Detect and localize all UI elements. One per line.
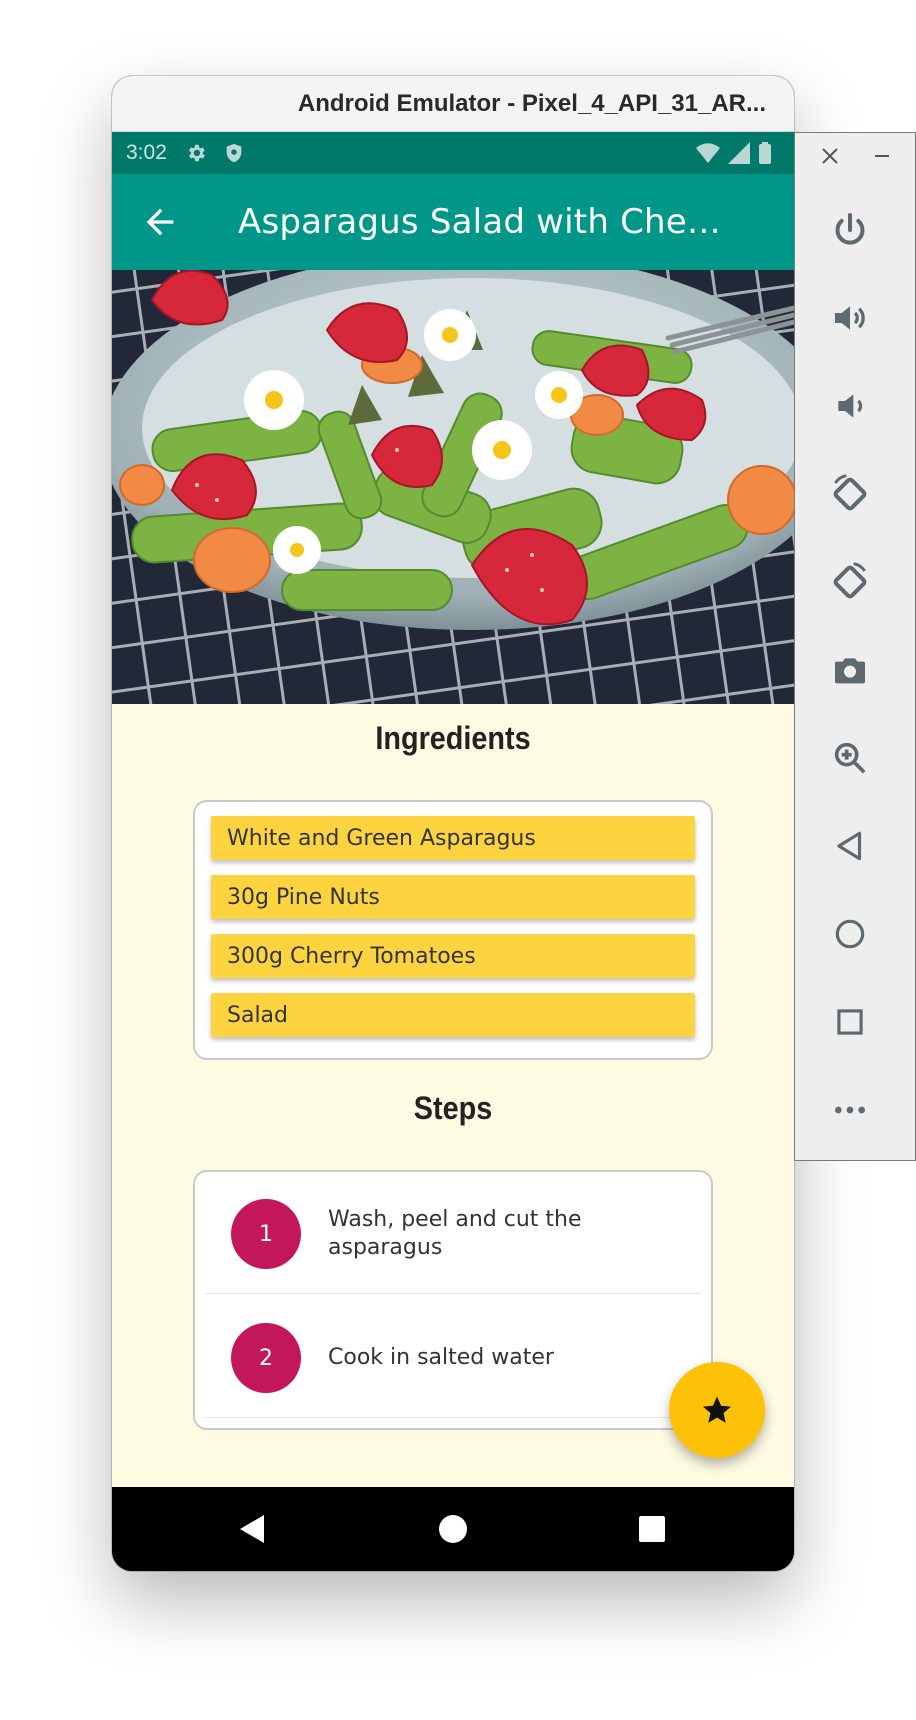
power-button[interactable] — [827, 207, 873, 253]
status-bar: 3:02 — [112, 132, 794, 174]
screenshot-button[interactable] — [827, 647, 873, 693]
favorite-fab[interactable] — [669, 1362, 765, 1458]
emulator-window: Android Emulator - Pixel_4_API_31_AR... … — [112, 76, 794, 1571]
battery-icon — [759, 142, 771, 164]
minimize-icon[interactable] — [871, 145, 893, 167]
volume-up-button[interactable] — [827, 295, 873, 341]
status-indicators — [696, 142, 772, 164]
nav-home-icon[interactable] — [435, 1511, 471, 1547]
overview-icon — [837, 1009, 863, 1035]
overview-button[interactable] — [827, 999, 873, 1045]
wifi-icon — [696, 143, 720, 163]
window-titlebar: Android Emulator - Pixel_4_API_31_AR... — [112, 76, 794, 132]
ingredient-item: Salad — [211, 993, 695, 1037]
emulator-toolbar — [794, 132, 916, 1161]
back-icon — [837, 831, 862, 861]
zoom-button[interactable] — [827, 735, 873, 781]
shield-icon — [226, 143, 242, 163]
rotate-right-icon — [833, 562, 867, 599]
nav-overview-icon[interactable] — [634, 1511, 670, 1547]
status-time: 3:02 — [126, 141, 167, 164]
recipe-image — [112, 270, 794, 704]
steps-heading: Steps — [413, 1090, 493, 1126]
ingredient-item: 30g Pine Nuts — [211, 875, 695, 919]
home-icon — [835, 919, 865, 949]
volume-down-button[interactable] — [827, 383, 873, 429]
rotate-right-button[interactable] — [827, 559, 873, 605]
step-item: 1 Wash, peel and cut the asparagus — [195, 1172, 711, 1296]
rotate-left-button[interactable] — [827, 471, 873, 517]
close-icon[interactable] — [819, 145, 841, 167]
ingredients-card: White and Green Asparagus 30g Pine Nuts … — [193, 800, 713, 1060]
rotate-left-icon — [833, 474, 867, 511]
step-divider — [205, 1293, 701, 1294]
ingredient-item: 300g Cherry Tomatoes — [211, 934, 695, 978]
home-button[interactable] — [827, 911, 873, 957]
power-icon — [835, 213, 865, 245]
step-item: 2 Cook in salted water — [195, 1296, 711, 1420]
arrow-back-icon[interactable] — [140, 202, 180, 242]
window-title: Android Emulator - Pixel_4_API_31_AR... — [297, 89, 766, 117]
star-icon — [702, 1396, 732, 1423]
back-button[interactable] — [827, 823, 873, 869]
step-text: Cook in salted water — [328, 1345, 554, 1370]
volume-up-icon — [835, 306, 865, 330]
app-bar: Asparagus Salad with Cherry ... — [112, 174, 794, 270]
steps-card: 1 Wash, peel and cut the asparagus 2 Coo… — [193, 1170, 713, 1430]
ingredients-heading: Ingredients — [375, 720, 531, 756]
nav-back-icon[interactable] — [236, 1511, 272, 1547]
more-icon — [835, 1106, 865, 1114]
more-button[interactable] — [827, 1087, 873, 1133]
ingredient-item: White and Green Asparagus — [211, 816, 695, 860]
step-number: 2 — [231, 1323, 301, 1393]
step-divider — [205, 1417, 701, 1418]
signal-icon — [728, 142, 750, 164]
step-text: Wash, peel and cut the asparagus — [328, 1207, 582, 1260]
zoom-icon — [834, 742, 866, 774]
step-number: 1 — [231, 1199, 301, 1269]
system-nav-bar — [112, 1487, 794, 1571]
settings-icon — [188, 144, 205, 162]
volume-down-icon — [838, 394, 863, 418]
camera-icon — [835, 658, 865, 684]
page-title: Asparagus Salad with Cherry ... — [238, 202, 728, 242]
